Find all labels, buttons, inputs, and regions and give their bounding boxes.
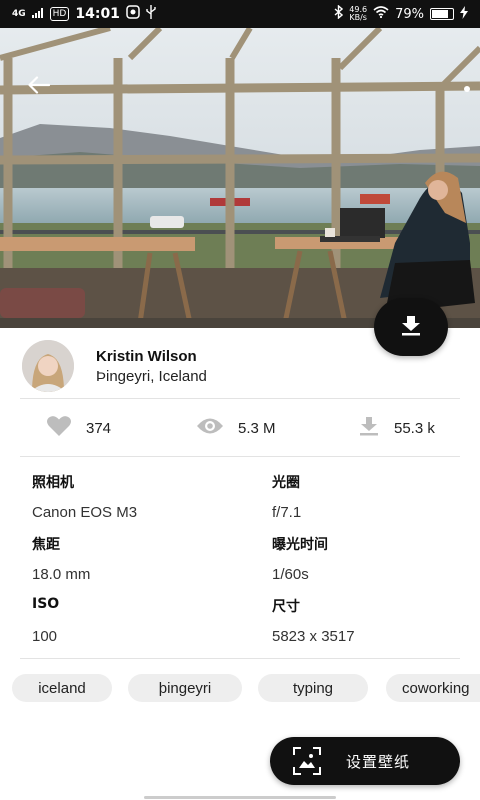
spec-aperture: 光圈 f/7.1 xyxy=(272,472,472,521)
hd-badge: HD xyxy=(49,7,70,21)
spec-label: 焦距 xyxy=(32,537,60,553)
wallpaper-image[interactable] xyxy=(0,28,480,328)
spec-value: 1/60s xyxy=(272,566,309,583)
divider-specs xyxy=(20,658,460,659)
more-options-indicator[interactable] xyxy=(464,86,470,92)
signal-icon xyxy=(31,7,44,22)
spec-value: 100 xyxy=(32,628,58,645)
views-stat: 5.3 M xyxy=(196,410,276,446)
avatar[interactable] xyxy=(22,340,74,392)
notification-app-icon xyxy=(126,5,140,23)
wallpaper-photo xyxy=(0,28,480,328)
tag-chip[interactable]: coworking xyxy=(386,674,480,702)
status-bar-left: 4G HD 14:01 xyxy=(12,5,156,23)
author-name[interactable]: Kristin Wilson xyxy=(96,348,207,365)
spec-value: f/7.1 xyxy=(272,504,302,521)
views-count: 5.3 M xyxy=(238,419,276,437)
network-indicator: 4G xyxy=(12,9,26,19)
download-icon xyxy=(400,314,422,340)
download-button[interactable] xyxy=(374,298,448,356)
status-bar: 4G HD 14:01 49.6 KB/s 79% xyxy=(0,0,480,28)
likes-count: 374 xyxy=(86,419,112,437)
likes-stat[interactable]: 374 xyxy=(46,410,111,446)
battery-fill xyxy=(432,10,448,18)
tag-chip[interactable]: typing xyxy=(258,674,368,702)
eye-icon xyxy=(196,417,224,439)
spec-value: 18.0 mm xyxy=(32,566,91,583)
tag-chip[interactable]: iceland xyxy=(12,674,112,702)
downloads-stat: 55.3 k xyxy=(358,410,435,446)
wifi-icon xyxy=(373,6,389,22)
author-location: Þingeyri, Iceland xyxy=(96,367,207,385)
heart-icon xyxy=(46,415,72,441)
tag-chip[interactable]: þingeyri xyxy=(128,674,242,702)
usb-icon xyxy=(146,5,156,23)
avatar-image xyxy=(22,340,74,392)
author-info[interactable]: Kristin Wilson Þingeyri, Iceland xyxy=(22,340,207,392)
battery-icon xyxy=(430,8,454,20)
back-button[interactable] xyxy=(22,68,56,102)
spec-dimensions: 尺寸 5823 x 3517 xyxy=(272,596,472,645)
tag-list: iceland þingeyri typing coworking xyxy=(0,674,480,702)
spec-label: 曝光时间 xyxy=(272,537,328,553)
spec-label: 照相机 xyxy=(32,475,74,491)
spec-label: 尺寸 xyxy=(272,599,300,615)
network-speed: 49.6 KB/s xyxy=(349,6,367,22)
wallpaper-icon xyxy=(292,746,322,776)
spec-focal-length: 焦距 18.0 mm xyxy=(32,534,232,583)
divider-stats xyxy=(20,456,460,457)
spec-label: 光圈 xyxy=(272,475,300,491)
back-arrow-icon xyxy=(28,76,50,94)
charging-icon xyxy=(460,5,468,23)
status-bar-right: 49.6 KB/s 79% xyxy=(334,4,468,23)
spec-value: 5823 x 3517 xyxy=(272,628,355,645)
network-speed-unit: KB/s xyxy=(349,13,367,22)
set-wallpaper-label: 设置壁纸 xyxy=(346,752,411,771)
spec-exposure-time: 曝光时间 1/60s xyxy=(272,534,472,583)
divider-top xyxy=(20,398,460,399)
status-time: 14:01 xyxy=(75,6,120,22)
downloads-count: 55.3 k xyxy=(394,419,435,437)
spec-label: ISO xyxy=(32,596,60,612)
stats-row: 374 5.3 M 55.3 k xyxy=(0,410,480,446)
home-indicator[interactable] xyxy=(144,796,336,799)
bluetooth-icon xyxy=(334,4,344,23)
download-count-icon xyxy=(358,415,380,441)
author-text: Kristin Wilson Þingeyri, Iceland xyxy=(96,348,207,385)
spec-iso: ISO 100 xyxy=(32,596,232,645)
spec-value: Canon EOS M3 xyxy=(32,504,138,521)
spec-camera: 照相机 Canon EOS M3 xyxy=(32,472,232,521)
set-wallpaper-button[interactable]: 设置壁纸 xyxy=(270,737,460,785)
battery-percent: 79% xyxy=(395,6,424,22)
